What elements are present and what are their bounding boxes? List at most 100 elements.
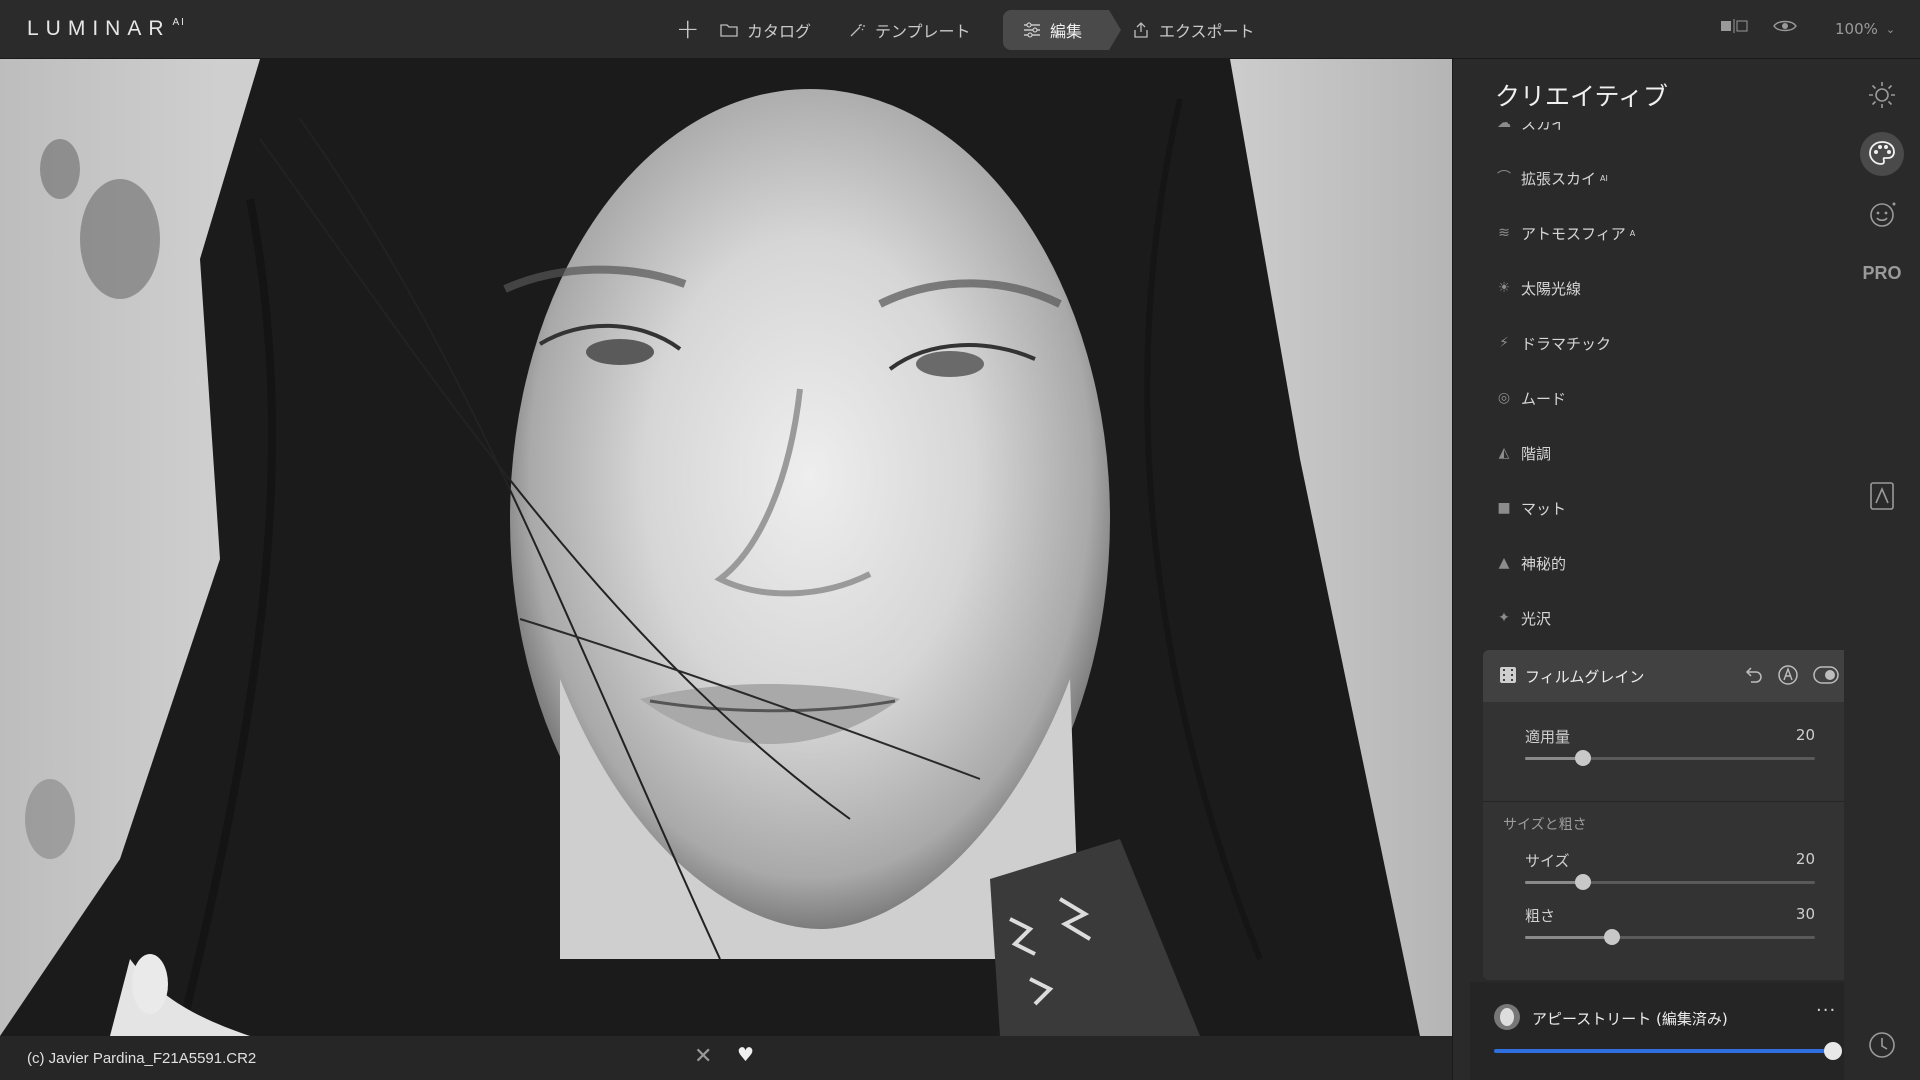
history-button[interactable] [1860,1023,1904,1067]
tool-atmosphere[interactable]: ≋ アトモスフィア A [1495,220,1635,246]
close-icon: ✕ [694,1044,713,1069]
glow-icon: ✦ [1498,610,1510,626]
tool-label: スカイ [1521,122,1567,133]
tab-templates[interactable]: テンプレート [828,10,991,50]
toggle-icon [1813,666,1839,684]
tool-label: マット [1521,499,1567,518]
panel-title: クリエイティブ [1495,82,1669,111]
preview-toggle[interactable] [1773,18,1797,34]
tab-export-label: エクスポート [1159,22,1255,41]
clock-icon [1869,1032,1895,1058]
tab-catalog[interactable]: カタログ [700,10,831,50]
film-grain-header[interactable]: フィルムグレイン [1483,650,1855,702]
toning-icon: ◭ [1498,445,1510,461]
size-label: サイズ [1525,852,1570,870]
section-divider [1483,801,1855,802]
portrait-category-button[interactable] [1860,193,1904,237]
magic-wand-icon [850,24,865,37]
palette-icon [1869,141,1895,165]
tool-label: 階調 [1521,444,1552,463]
mask-button[interactable] [1777,664,1799,690]
tool-label: 太陽光線 [1521,279,1582,298]
tool-augmented-sky[interactable]: ⌒ 拡張スカイ AI [1495,165,1608,191]
tool-label: 神秘的 [1521,554,1567,573]
zoom-value: 100% [1835,20,1878,38]
roughness-value: 30 [1795,905,1815,923]
folder-icon [720,24,738,37]
pro-label: PRO [1862,262,1902,283]
tool-label: ムード [1521,389,1567,408]
tab-edit-label: 編集 [1050,22,1083,41]
tool-category-rail: PRO [1844,59,1920,1080]
top-toolbar: LUMINAR AI + カタログ テンプレート 編集 エクスポート 100% ⌄ [0,0,1920,59]
amount-label: 適用量 [1525,728,1571,746]
tool-mystical[interactable]: ▲ 神秘的 [1495,550,1566,576]
roughness-knob[interactable] [1604,929,1620,945]
tab-catalog-label: カタログ [747,22,812,41]
amount-slider[interactable] [1525,750,1815,766]
heart-icon: ♥ [737,1044,755,1066]
size-value: 20 [1795,850,1815,868]
image-info-bar: (c) Javier Pardina_F21A5591.CR2 ✕ ♥ [0,1036,1452,1080]
tool-label: 拡張スカイ [1521,169,1597,188]
eye-icon [1773,20,1797,32]
template-more-button[interactable]: ··· [1816,1000,1836,1021]
tool-label: 光沢 [1521,609,1552,628]
reject-button[interactable]: ✕ [694,1044,712,1069]
favorite-button[interactable]: ♥ [737,1044,754,1066]
reset-button[interactable] [1743,665,1763,689]
applied-template-bar: アピーストリート (編集済み) ··· [1470,982,1862,1080]
tool-dramatic[interactable]: ⚡ ドラマチック [1495,330,1611,356]
template-thumbnail [1494,1004,1520,1030]
tool-toning[interactable]: ◭ 階調 [1495,440,1551,466]
share-icon [1134,22,1148,38]
amount-knob[interactable] [1575,750,1591,766]
compare-icon [1721,19,1748,33]
lightning-icon: ⚡ [1499,335,1509,351]
tab-templates-label: テンプレート [875,22,971,41]
layer-mask-icon [1870,482,1894,510]
file-name: (c) Javier Pardina_F21A5591.CR2 [27,1050,257,1067]
photo-canvas[interactable] [0,59,1452,1036]
size-knob[interactable] [1575,874,1591,890]
tab-edit[interactable]: 編集 [1003,10,1121,50]
sky-icon: ⌒ [1497,170,1511,186]
pro-category-button[interactable]: PRO [1860,251,1904,295]
tool-sky-partial[interactable]: ☁ スカイ [1495,122,1815,146]
more-icon: ··· [1816,1000,1837,1021]
size-roughness-section-label: サイズと粗さ [1503,817,1587,833]
mood-icon: ◎ [1497,390,1511,406]
sliders-icon [1024,22,1040,38]
tool-mood[interactable]: ◎ ムード [1495,385,1566,411]
creative-tools-panel: クリエイティブ ☁ スカイ ⌒ 拡張スカイ AI ≋ アトモスフィア A ☀ 太陽光線… [1452,59,1855,1080]
film-grain-title: フィルムグレイン [1525,668,1645,686]
tool-label: アトモスフィア [1521,224,1626,243]
mystic-icon: ▲ [1498,555,1510,571]
roughness-slider[interactable] [1525,929,1815,945]
visibility-toggle[interactable] [1813,666,1839,688]
tool-sunrays[interactable]: ☀ 太陽光線 [1495,275,1581,301]
tool-label: ドラマチック [1521,334,1612,353]
local-masking-button[interactable] [1860,474,1904,518]
sun-icon: ☀ [1497,280,1511,296]
brush-mask-icon [1778,665,1798,685]
tool-glow[interactable]: ✦ 光沢 [1495,605,1551,631]
waves-icon: ≋ [1498,225,1510,241]
tool-matte[interactable]: ■ マット [1495,495,1566,521]
size-slider[interactable] [1525,874,1815,890]
compare-button[interactable] [1720,18,1750,34]
creative-category-button[interactable] [1860,132,1904,176]
template-amount-knob[interactable] [1824,1042,1842,1060]
film-icon [1499,666,1517,684]
app-logo: LUMINAR AI [27,17,186,40]
zoom-select[interactable]: 100% ⌄ [1835,20,1895,38]
sun-icon [1869,82,1895,108]
undo-icon [1745,667,1762,683]
essentials-category-button[interactable] [1860,73,1904,117]
template-amount-slider[interactable] [1494,1049,1830,1053]
face-icon [1870,202,1896,227]
sky-icon: ☁ [1497,122,1511,131]
portrait-photo [0,59,1452,1036]
chevron-down-icon: ⌄ [1885,22,1896,36]
tab-export[interactable]: エクスポート [1112,10,1275,50]
